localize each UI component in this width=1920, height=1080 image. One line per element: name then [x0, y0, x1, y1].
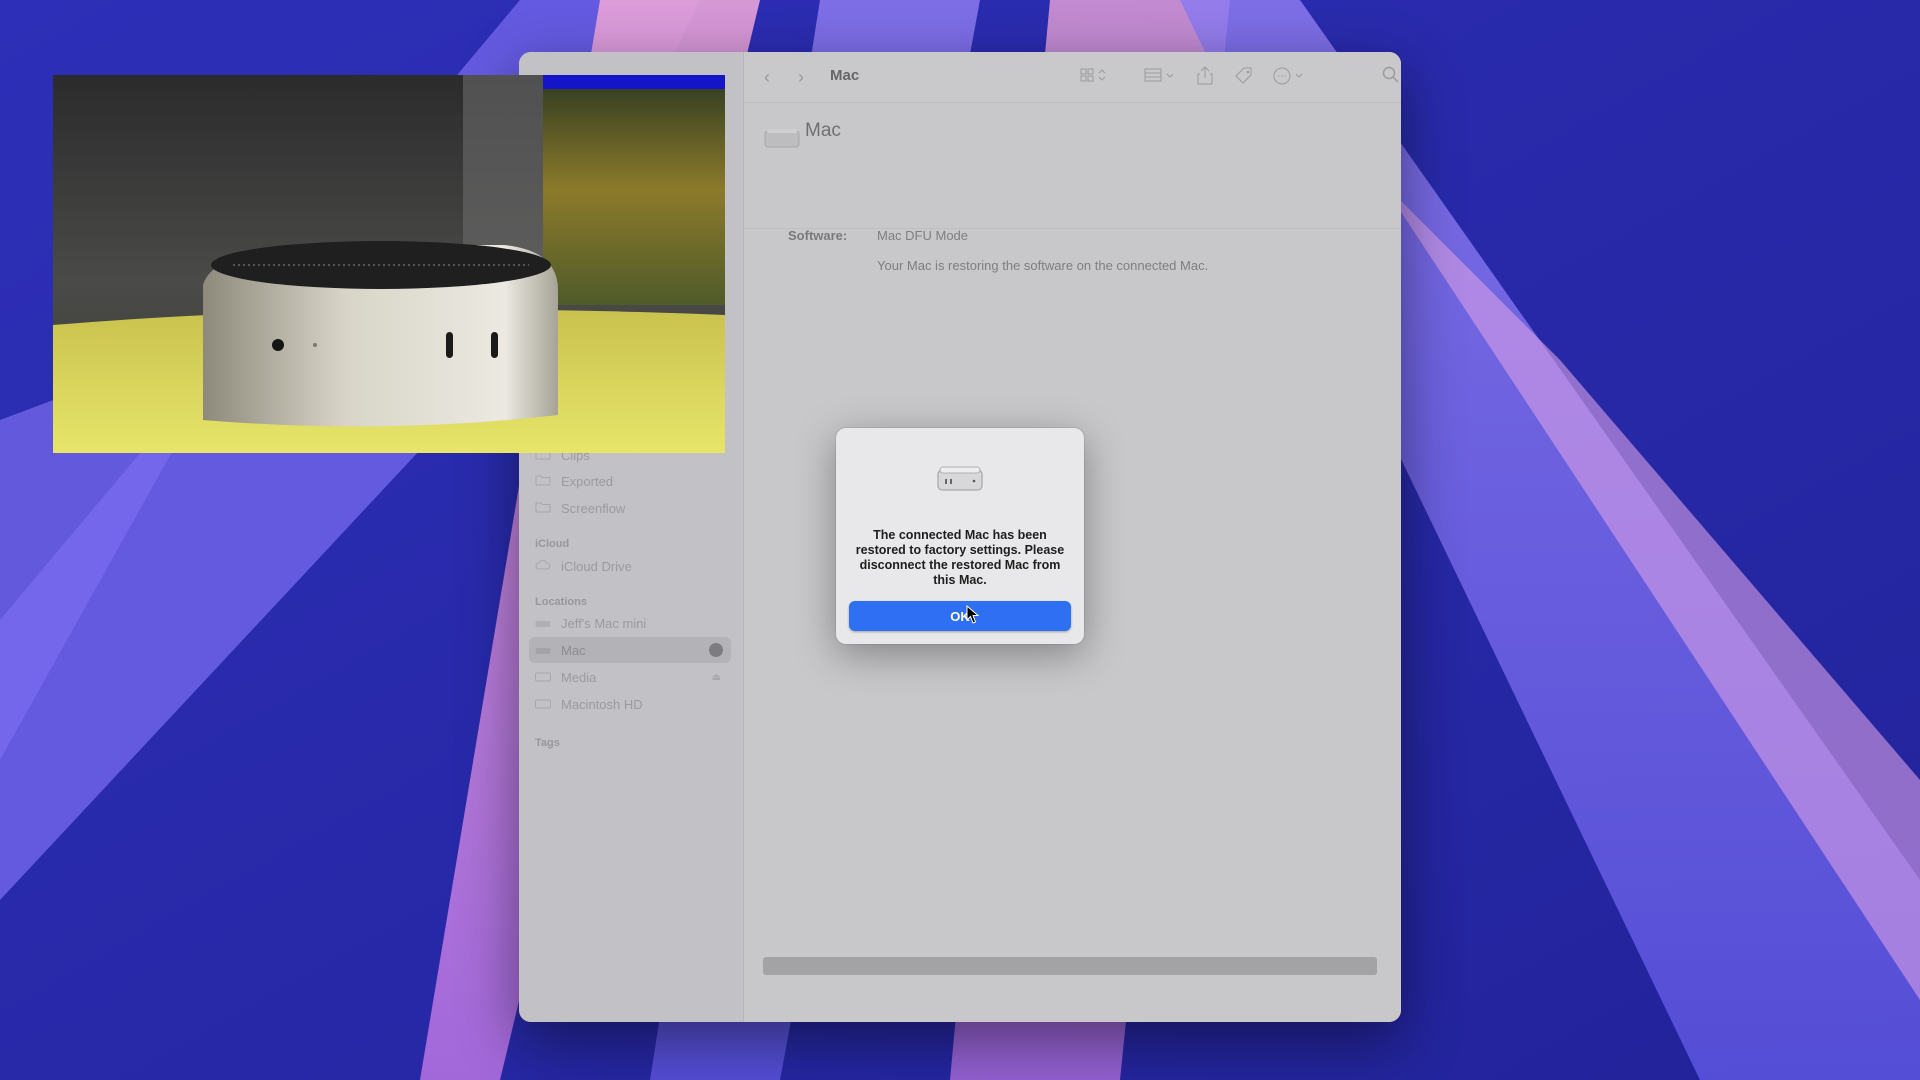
sidebar-item-label: Mac — [561, 642, 586, 658]
cloud-icon — [535, 559, 553, 574]
sidebar-item-icloud-drive[interactable]: iCloud Drive — [529, 553, 731, 579]
progress-bar — [763, 957, 1377, 975]
video-overlay-mac-mini-photo — [53, 75, 725, 453]
share-icon[interactable] — [1196, 66, 1214, 92]
sidebar-item-label: Screenflow — [561, 500, 626, 516]
eject-icon[interactable]: ⏏ — [712, 672, 721, 683]
folder-icon — [535, 501, 553, 516]
sidebar-item-exported[interactable]: Exported — [529, 468, 731, 494]
sidebar-item-jeffs-mac-mini[interactable]: Jeff's Mac mini — [529, 610, 731, 636]
chevron-left-icon[interactable]: ‹ — [764, 65, 770, 89]
toolbar: ‹ › Mac — [744, 52, 1401, 103]
drive-icon — [535, 697, 553, 712]
progress-indicator-icon — [709, 643, 723, 657]
sidebar-item-mac[interactable]: Mac — [529, 637, 731, 663]
folder-icon — [535, 474, 553, 489]
status-message: Your Mac is restoring the software on th… — [877, 258, 1209, 273]
sidebar-item-label: Jeff's Mac mini — [561, 615, 647, 631]
device-header — [744, 103, 1401, 229]
mac-mini-icon — [936, 464, 984, 499]
alert-message: The connected Mac has been restored to f… — [855, 528, 1065, 587]
mac-mini-icon — [535, 616, 553, 631]
sidebar-section-tags: Tags — [535, 737, 560, 749]
tag-icon[interactable] — [1234, 66, 1254, 92]
grid-view-icon[interactable] — [1080, 66, 1110, 90]
device-name: Mac — [805, 120, 841, 141]
chevron-right-icon[interactable]: › — [798, 65, 804, 89]
sidebar-item-label: iCloud Drive — [561, 558, 632, 574]
ok-button[interactable]: OK — [849, 601, 1071, 631]
search-icon[interactable] — [1382, 66, 1400, 90]
sidebar-item-label: Media — [561, 669, 597, 685]
sidebar-item-screenflow[interactable]: Screenflow — [529, 495, 731, 521]
alert-dialog: The connected Mac has been restored to f… — [836, 428, 1084, 644]
group-icon[interactable] — [1144, 66, 1178, 90]
mouse-cursor-icon — [966, 605, 980, 624]
sidebar-item-media[interactable]: Media ⏏ — [529, 664, 731, 690]
sidebar-item-label: Macintosh HD — [561, 696, 643, 712]
mac-mini-icon — [764, 126, 800, 153]
drive-icon — [535, 670, 553, 685]
ellipsis-circle-icon[interactable] — [1272, 66, 1306, 92]
sidebar-section-icloud: iCloud — [535, 538, 570, 550]
window-title: Mac — [830, 67, 860, 84]
software-value: Mac DFU Mode — [877, 228, 969, 243]
sidebar-item-label: Exported — [561, 473, 614, 489]
sidebar-section-locations: Locations — [535, 596, 587, 608]
software-label: Software: — [788, 228, 848, 243]
sidebar-item-macintosh-hd[interactable]: Macintosh HD — [529, 691, 731, 717]
progress-bar-fill — [763, 957, 1377, 975]
mac-mini-icon — [535, 643, 553, 658]
